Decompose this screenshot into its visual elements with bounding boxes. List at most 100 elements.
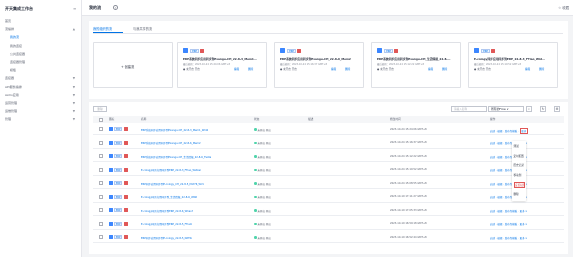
flow-name-link[interactable]: ERP系统同步应用同步到Exangu-CH_生活情报_22-8-6_Fwilla: [141, 155, 211, 159]
table-header: 图标 名称 状态 描述 修改时间 操作: [93, 116, 564, 123]
sidebar-item[interactable]: 连接器 ▼: [5, 75, 77, 82]
tab-my-org-flows[interactable]: 我的组织的流: [93, 26, 112, 31]
menu-fold-icon[interactable]: ≡: [73, 6, 76, 11]
delete-link[interactable]: 删除: [248, 67, 253, 71]
sidebar-item-label: 连接器: [5, 76, 15, 81]
flow-name-link[interactable]: ERP同步应用同步到E-cology_CH_22-8-5_Mof76_WVn: [141, 182, 204, 186]
connector-icon: [124, 221, 128, 226]
help-icon[interactable]: ?: [113, 4, 118, 10]
flow-icon: [183, 48, 188, 53]
flow-name[interactable]: ERP系统同步应用同步到Exangu-CH_生活情报_22-8-…: [377, 57, 459, 61]
flow-name-link[interactable]: E-cology同步应用同步到ERP_22-8-3_FTiao_Widker: [141, 168, 201, 172]
flow-status: ● 未开启 开启: [280, 68, 297, 71]
connector-icon: [124, 140, 128, 145]
row-checkbox[interactable]: [99, 235, 103, 239]
flow-name[interactable]: E-cology同步应用同步到ERP_22-8-3_FTiao_Wid…: [474, 57, 556, 61]
flow-status: 未开启 开启: [254, 182, 271, 186]
sidebar-item[interactable]: 公共连接器: [10, 51, 82, 58]
flow-card[interactable]: ERP ERP系统同步应用同步到Exangu-CH_22-8-3_Mem1… 最后编…: [177, 42, 267, 88]
chevron-icon: ▼: [72, 92, 75, 97]
edit-link[interactable]: 编辑: [428, 67, 433, 71]
flow-name-link[interactable]: E-cology同步应用同步到ERP_22-8-6_Whan3: [141, 209, 193, 213]
sidebar-item[interactable]: Astro应用 ▼: [5, 92, 77, 99]
table-row: ERP ERP系统同步应用同步到Exangu-CH_22-8-6_Mem2 未开启 …: [93, 138, 564, 149]
flow-name-link[interactable]: E-cology同步应用同步到ERP_22-8-5_FTiam: [141, 222, 192, 226]
flow-name-link[interactable]: ERP同步应用同步到E-cology_22-8-5_NdTIb: [141, 236, 192, 240]
flow-name[interactable]: ERP系统同步应用同步到Exangu-CH_22-8-6_Mem2: [280, 57, 362, 61]
connector-icon: [297, 48, 301, 53]
delete-link[interactable]: 删除: [345, 67, 350, 71]
sidebar-item[interactable]: 管理 ▼: [5, 116, 77, 123]
dropdown-item[interactable]: 定时配置: [514, 154, 525, 158]
row-checkbox[interactable]: [99, 154, 103, 158]
sidebar-item[interactable]: 流编排 ▲: [5, 26, 77, 33]
flow-name[interactable]: ERP系统同步应用同步到Exangu-CH_22-8-3_Mem1…: [183, 57, 265, 61]
row-action-links[interactable]: 启动 · 编辑 · 发布为模板 ·: [490, 210, 520, 213]
sidebar-item[interactable]: 首页: [5, 18, 77, 25]
row-checkbox[interactable]: [99, 194, 103, 199]
row-action-links[interactable]: 启动 · 编辑 · 发布为模板 ·: [490, 130, 520, 133]
sidebar-item[interactable]: 运维管理 ▼: [5, 108, 77, 115]
row-checkbox[interactable]: [99, 167, 103, 172]
delete-button[interactable]: 删除: [93, 106, 107, 112]
modified-time: 2023-10-19 16:59:18 GMT+8: [390, 222, 427, 225]
edit-link[interactable]: 编辑: [234, 67, 239, 71]
flow-card[interactable]: ERP E-cology同步应用同步到ERP_22-8-3_FTiao_Wid… 最…: [468, 42, 558, 88]
delete-link[interactable]: 删除: [539, 67, 544, 71]
dropdown-item[interactable]: 设置权限: [513, 182, 525, 188]
dropdown-item[interactable]: 测试: [514, 144, 525, 148]
row-actions: 启动 · 编辑 · 发布为模板 · 更多 ▾: [490, 236, 527, 240]
flow-icon: [280, 48, 285, 53]
connector-icon: [124, 154, 128, 158]
create-flow-card[interactable]: + 创建流: [93, 42, 173, 88]
row-checkbox[interactable]: [99, 181, 103, 185]
row-checkbox[interactable]: [99, 140, 103, 145]
column-header-description: 描述: [308, 117, 314, 121]
sidebar-item[interactable]: 我的连接: [10, 43, 82, 50]
row-action-links[interactable]: 启动 · 编辑 · 发布为模板 ·: [490, 237, 520, 240]
row-checkbox[interactable]: [99, 221, 103, 226]
delete-link[interactable]: 删除: [442, 67, 447, 71]
collect-button[interactable]: ☆ 收藏: [558, 5, 569, 10]
sidebar: 开天集成工作台 ≡ 首页 流编排 ▲ 我的流 我的连接 公共连接器 连接器管理 模板 连接器 ▼ A…: [0, 0, 82, 257]
sidebar-item[interactable]: API服务编排 ▼: [5, 84, 77, 91]
search-icon[interactable]: ⌕: [526, 106, 532, 112]
more-button[interactable]: 更多 ▾: [520, 237, 527, 240]
tab-shared-flows[interactable]: 与我共享的流: [133, 26, 152, 31]
flow-card[interactable]: ERP ERP系统同步应用同步到Exangu-CH_22-8-6_Mem2 最后编辑…: [274, 42, 364, 88]
edit-link[interactable]: 编辑: [331, 67, 336, 71]
flow-name-link[interactable]: E-cology同步应用同步到_生活情报_22-8-6_WNd: [141, 195, 197, 199]
row-actions: 启动 · 编辑 · 发布为模板 · 更多 ▾: [490, 209, 527, 213]
edit-link[interactable]: 编辑: [525, 67, 530, 71]
flow-name-link[interactable]: ERP系统同步应用同步到Exangu-CH_22-8-6_Mem2: [141, 141, 201, 145]
connector-icon: [124, 167, 128, 172]
sidebar-item-label: Astro应用: [5, 92, 19, 97]
refresh-icon[interactable]: ↻: [540, 106, 546, 112]
row-action-links[interactable]: 启动 · 编辑 · 发布为模板 ·: [490, 223, 520, 226]
search-input[interactable]: 请输入名称: [451, 106, 487, 112]
flow-icon: [474, 48, 479, 53]
dropdown-item[interactable]: 删除: [514, 192, 525, 196]
connector-icon: [124, 208, 128, 212]
sidebar-item[interactable]: 模板: [10, 67, 82, 74]
row-checkbox[interactable]: [99, 127, 103, 131]
dropdown-item[interactable]: 历史记录: [514, 163, 525, 167]
sidebar-item-label: 流编排: [5, 27, 15, 32]
settings-icon[interactable]: ⚙: [554, 106, 560, 112]
sidebar-item[interactable]: 连接器管理: [10, 59, 82, 66]
main-content: 我的流 ? ☆ 收藏 我的组织的流 与我共享的流 + 创建流 ERP ERP系统同…: [82, 0, 573, 257]
more-button[interactable]: 更多 ▾: [520, 210, 527, 213]
status-dot-icon: [254, 222, 257, 225]
row-checkbox[interactable]: [99, 208, 103, 212]
select-all-checkbox[interactable]: [99, 117, 103, 122]
sidebar-item[interactable]: 我的流: [10, 34, 82, 41]
flow-status: 未开启 开启: [254, 155, 271, 159]
flow-card[interactable]: ERP ERP系统同步应用同步到Exangu-CH_生活情报_22-8-… 最后编辑…: [371, 42, 461, 88]
status-dot-icon: [254, 128, 257, 131]
sidebar-item[interactable]: 运营管理 ▼: [5, 100, 77, 107]
dropdown-item[interactable]: 移动到: [514, 173, 525, 177]
more-button[interactable]: 更多: [519, 127, 528, 134]
flow-filter-select[interactable]: 所有的Flow ∨: [488, 106, 524, 112]
more-button[interactable]: 更多 ▾: [520, 223, 527, 226]
flow-name-link[interactable]: ERP系统同步应用同步到Exangu-CH_22-8-3_Mem1_Wid4: [141, 128, 208, 132]
